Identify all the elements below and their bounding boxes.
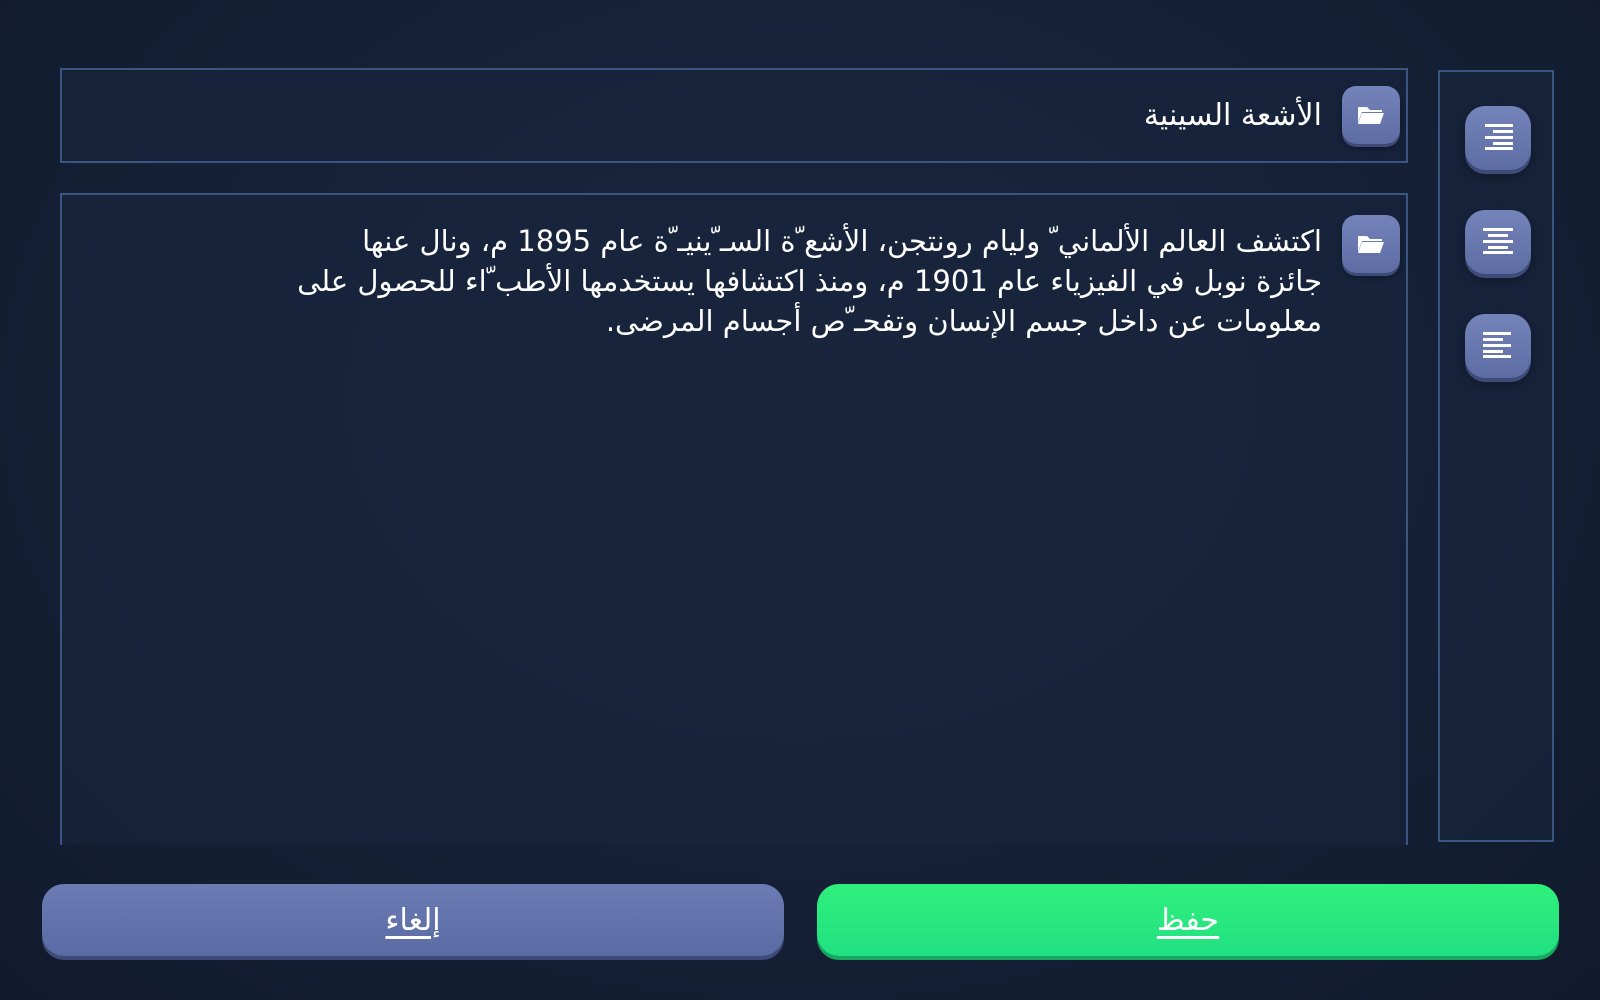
folder-icon xyxy=(1356,232,1386,256)
align-right-icon xyxy=(1481,122,1515,154)
align-center-button[interactable] xyxy=(1465,210,1531,274)
title-folder-button[interactable] xyxy=(1342,86,1400,144)
title-field[interactable]: الأشعة السينية xyxy=(60,68,1408,163)
title-text[interactable]: الأشعة السينية xyxy=(1144,98,1322,134)
content-field[interactable]: اكتشف العالم الألماني ّ وليام رونتجن، ال… xyxy=(60,193,1408,845)
save-button[interactable]: حفظ xyxy=(817,884,1559,956)
align-center-icon xyxy=(1481,226,1515,258)
align-right-button[interactable] xyxy=(1465,106,1531,170)
folder-icon xyxy=(1356,103,1386,127)
content-folder-button[interactable] xyxy=(1342,215,1400,273)
cancel-label: إلغاء xyxy=(385,902,441,938)
cancel-button[interactable]: إلغاء xyxy=(42,884,784,956)
align-left-icon xyxy=(1481,330,1515,362)
align-left-button[interactable] xyxy=(1465,314,1531,378)
content-text[interactable]: اكتشف العالم الألماني ّ وليام رونتجن، ال… xyxy=(292,221,1322,341)
alignment-panel xyxy=(1438,70,1554,842)
save-label: حفظ xyxy=(1156,902,1220,938)
